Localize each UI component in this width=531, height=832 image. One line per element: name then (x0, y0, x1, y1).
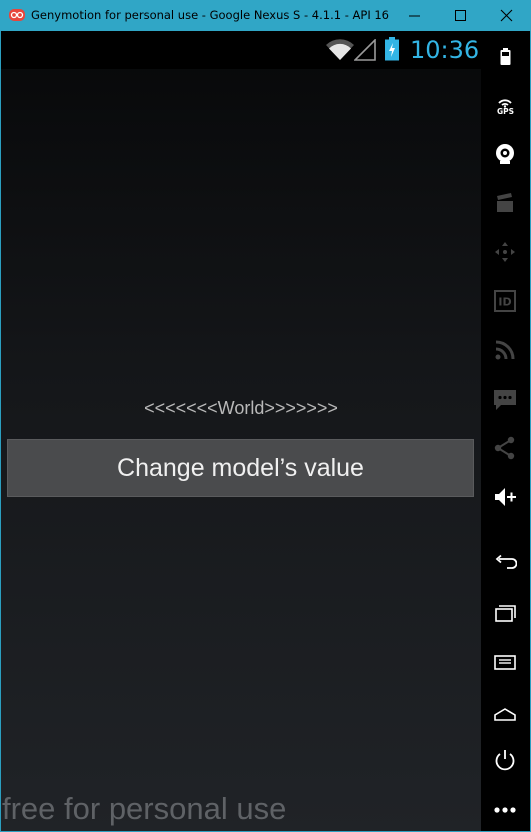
message-icon (494, 390, 516, 410)
share-widget-button[interactable] (481, 427, 530, 467)
gps-label: GPS (496, 107, 515, 116)
model-text-view: <<<<<<<World>>>>>>> (144, 398, 338, 418)
gps-widget-button[interactable]: GPS (481, 85, 530, 125)
close-button[interactable] (484, 0, 530, 31)
volume-up-button[interactable] (481, 476, 530, 516)
rss-icon (495, 340, 515, 360)
maximize-icon (455, 10, 466, 21)
dpad-icon (495, 242, 515, 262)
back-button[interactable] (481, 541, 530, 581)
change-model-value-button[interactable]: Change model’s value (7, 439, 474, 497)
android-screen: 10:36 <<<<<<<World>>>>>>> Change model’s… (1, 31, 481, 831)
menu-button[interactable] (481, 641, 530, 681)
signal-icon (354, 39, 376, 61)
window-title: Genymotion for personal use - Google Nex… (31, 8, 393, 22)
share-icon (494, 436, 515, 460)
status-clock: 10:36 (410, 36, 480, 64)
emulator-toolbar: GPS ID (481, 31, 530, 831)
back-arrow-icon (495, 554, 517, 569)
genymotion-logo-icon (9, 9, 25, 21)
battery-widget-button[interactable] (481, 35, 530, 75)
identifiers-widget-button[interactable]: ID (481, 280, 530, 320)
minimize-button[interactable] (392, 0, 438, 31)
window-titlebar: Genymotion for personal use - Google Nex… (0, 0, 531, 31)
webcam-icon (496, 144, 514, 164)
menu-icon (494, 655, 516, 670)
watermark-text: free for personal use (2, 791, 287, 826)
minimize-icon (409, 15, 420, 17)
wifi-icon (326, 39, 354, 60)
volume-up-icon (495, 488, 516, 506)
rss-widget-button[interactable] (481, 329, 530, 369)
home-icon (494, 708, 516, 721)
dpad-widget-button[interactable] (481, 231, 530, 271)
battery-charging-icon (385, 37, 399, 61)
gps-signal-icon (498, 99, 512, 108)
power-button[interactable] (481, 739, 530, 779)
home-button[interactable] (481, 691, 530, 731)
status-bar: 10:36 (1, 31, 481, 69)
recent-apps-icon (495, 605, 516, 622)
recent-apps-button[interactable] (481, 591, 530, 631)
maximize-button[interactable] (438, 0, 484, 31)
svg-text:ID: ID (498, 296, 511, 309)
webcam-widget-button[interactable] (481, 133, 530, 173)
id-card-icon: ID (494, 290, 516, 312)
power-icon (495, 750, 515, 771)
more-button[interactable] (481, 789, 530, 829)
close-icon (500, 9, 513, 22)
more-dots-icon (494, 807, 516, 813)
sms-widget-button[interactable] (481, 378, 530, 418)
battery-icon (500, 48, 511, 65)
clapperboard-icon (497, 193, 513, 212)
screencast-widget-button[interactable] (481, 182, 530, 222)
